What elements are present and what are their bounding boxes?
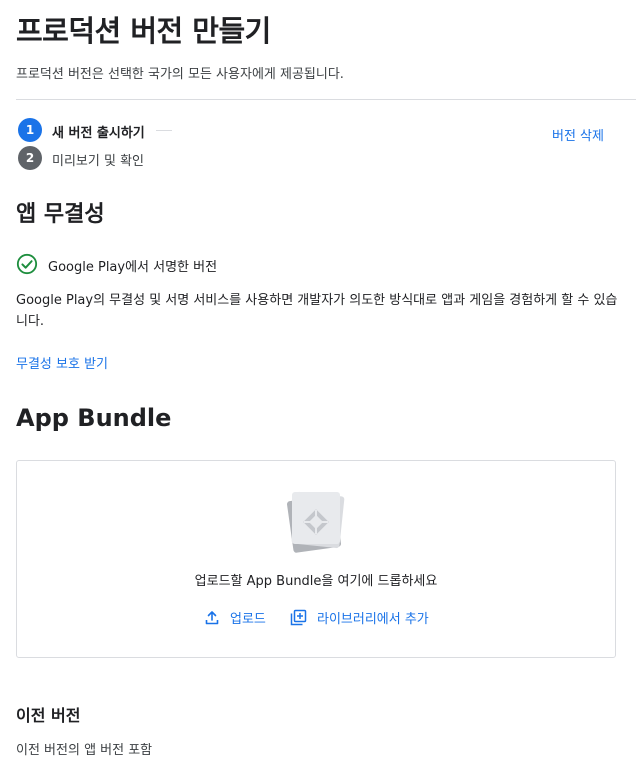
integrity-title: 앱 무결성 bbox=[16, 202, 105, 227]
upload-button-label: 업로드 bbox=[230, 612, 266, 627]
add-box-icon bbox=[290, 609, 307, 626]
delete-version-link[interactable]: 버전 삭제 bbox=[552, 125, 604, 144]
drop-instruction: 업로드할 App Bundle을 여기에 드롭하세요 bbox=[194, 574, 438, 589]
step-2-number: 2 bbox=[18, 146, 42, 170]
add-from-library-label: 라이브러리에서 추가 bbox=[317, 612, 429, 627]
previous-versions-description: 이전 버전의 앱 버전 포함 bbox=[16, 743, 153, 758]
add-from-library-button[interactable]: 라이브러리에서 추가 bbox=[290, 608, 429, 627]
previous-versions-title: 이전 버전 bbox=[16, 706, 81, 725]
step-connector bbox=[156, 130, 172, 131]
get-integrity-protection-link[interactable]: 무결성 보호 받기 bbox=[16, 353, 108, 372]
integrity-description: Google Play의 무결성 및 서명 서비스를 사용하면 개발자가 의도한… bbox=[16, 293, 618, 329]
signing-status-text: Google Play에서 서명한 버전 bbox=[48, 260, 218, 275]
app-bundle-icon bbox=[287, 491, 345, 553]
upload-icon bbox=[205, 610, 219, 624]
page-subtitle: 프로덕션 버전은 선택한 국가의 모든 사용자에게 제공됩니다. bbox=[16, 67, 344, 82]
step-1-label[interactable]: 새 버전 출시하기 bbox=[52, 122, 145, 141]
page-title: 프로덕션 버전 만들기 bbox=[16, 14, 271, 48]
app-bundle-title: App Bundle bbox=[16, 404, 172, 432]
step-2-label[interactable]: 미리보기 및 확인 bbox=[52, 150, 144, 169]
step-1-number: 1 bbox=[18, 118, 42, 142]
header-divider bbox=[16, 99, 636, 100]
check-circle-icon bbox=[16, 253, 38, 275]
upload-button[interactable]: 업로드 bbox=[204, 608, 266, 627]
